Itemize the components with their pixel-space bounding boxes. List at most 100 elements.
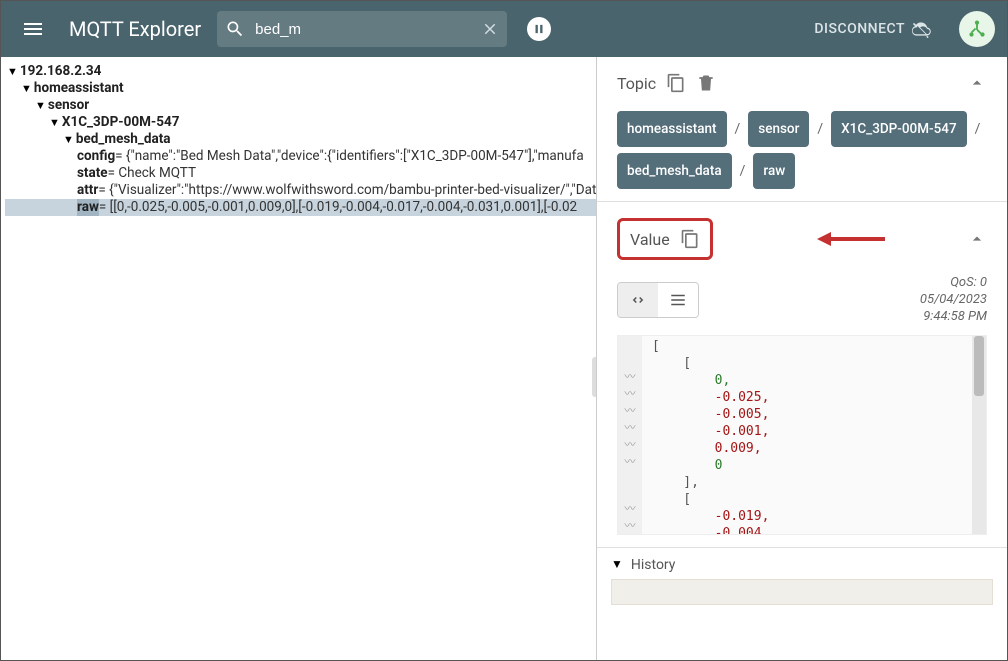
code-line: [ — [652, 338, 962, 355]
search-input[interactable] — [253, 20, 473, 39]
tree-leaf[interactable]: attr = {"Visualizer":"https://www.wolfwi… — [5, 182, 596, 199]
tree-value: = {"Visualizer":"https://www.wolfwithswo… — [98, 182, 597, 199]
value-section: Value QoS: 0 05/04/2023 9:44:58 PM — [597, 202, 1007, 548]
code-line: -0.019, — [652, 508, 962, 525]
code-lines[interactable]: [ [ 0, -0.025, -0.005, -0.001, 0.009, 0 … — [642, 336, 972, 534]
app-header: MQTT Explorer DISCONNECT — [1, 1, 1007, 57]
app-title: MQTT Explorer — [69, 17, 201, 41]
value-date: 05/04/2023 — [920, 291, 987, 308]
caret-down-icon: ▼ — [21, 80, 32, 97]
mode-json-button[interactable] — [618, 283, 658, 317]
tree-label: homeassistant — [34, 80, 124, 97]
tree-leaf[interactable]: config = {"name":"Bed Mesh Data","device… — [5, 148, 596, 165]
breadcrumb-separator: / — [733, 115, 743, 143]
tree-node[interactable]: ▼X1C_3DP-00M-547 — [5, 114, 596, 131]
disconnect-label: DISCONNECT — [814, 21, 905, 37]
tree-key: attr — [77, 182, 98, 199]
gutter-mark: 〰 — [625, 419, 636, 436]
search-icon — [225, 19, 245, 39]
connection-avatar[interactable] — [959, 11, 995, 47]
tree-logo-icon — [966, 18, 988, 40]
clear-search-icon[interactable] — [481, 20, 499, 38]
menu-button[interactable] — [13, 9, 53, 49]
value-payload: 〰〰〰〰〰〰〰〰 [ [ 0, -0.025, -0.005, -0.001, … — [617, 335, 987, 535]
pause-button[interactable] — [527, 17, 551, 41]
topic-breadcrumb: homeassistant/sensor/X1C_3DP-00M-547/bed… — [617, 111, 987, 189]
code-line: 0 — [652, 457, 962, 474]
tree-label: sensor — [48, 97, 89, 114]
tree-key: config — [77, 148, 115, 165]
breadcrumb-separator: / — [973, 115, 983, 143]
main-split: ▼192.168.2.34 ▼homeassistant ▼sensor ▼X1… — [1, 57, 1007, 660]
tree-leaf[interactable]: state = Check MQTT — [5, 165, 596, 182]
tree-key: raw — [77, 199, 99, 216]
copy-icon[interactable] — [666, 73, 686, 93]
code-icon — [629, 291, 647, 309]
tree-key: state — [77, 165, 108, 182]
code-line: 0, — [652, 372, 962, 389]
tree-node[interactable]: ▼bed_mesh_data — [5, 131, 596, 148]
scrollbar[interactable] — [972, 336, 986, 534]
breadcrumb-chip[interactable]: homeassistant — [617, 111, 727, 147]
tree-value: = {"name":"Bed Mesh Data","device":{"ide… — [115, 148, 584, 165]
tree-value: = Check MQTT — [108, 165, 196, 182]
caret-down-icon: ▼ — [63, 131, 74, 148]
tree-leaf-selected[interactable]: raw = [[0,-0.025,-0.005,-0.001,0.009,0],… — [5, 199, 596, 216]
value-time: 9:44:58 PM — [920, 308, 987, 325]
code-line: [ — [652, 355, 962, 372]
tree-value: = [[0,-0.025,-0.005,-0.001,0.009,0],[-0.… — [99, 199, 577, 216]
copy-icon[interactable] — [680, 229, 700, 249]
breadcrumb-chip[interactable]: bed_mesh_data — [617, 153, 732, 189]
tree-node[interactable]: ▼sensor — [5, 97, 596, 114]
pause-icon — [532, 22, 546, 36]
breadcrumb-separator: / — [815, 115, 825, 143]
gutter-mark: 〰 — [625, 368, 636, 385]
breadcrumb-chip[interactable]: raw — [753, 153, 795, 189]
caret-down-icon: ▼ — [7, 63, 18, 80]
tree-label: 192.168.2.34 — [20, 63, 101, 80]
tree-label: X1C_3DP-00M-547 — [62, 114, 180, 131]
topic-tree[interactable]: ▼192.168.2.34 ▼homeassistant ▼sensor ▼X1… — [5, 63, 596, 216]
value-mode-toggle — [617, 282, 699, 318]
value-header-highlight: Value — [617, 218, 713, 260]
gutter-mark: 〰 — [625, 517, 636, 534]
chevron-up-icon[interactable] — [967, 73, 987, 93]
code-line: ], — [652, 474, 962, 491]
tree-node[interactable]: ▼homeassistant — [5, 80, 596, 97]
qos-label: QoS: 0 — [920, 274, 987, 291]
code-line: -0.001, — [652, 423, 962, 440]
history-title: History — [631, 557, 676, 573]
history-item[interactable] — [611, 579, 993, 605]
chevron-up-icon[interactable] — [967, 229, 987, 249]
value-toolbar: QoS: 0 05/04/2023 9:44:58 PM — [617, 274, 987, 325]
detail-pane: Topic homeassistant/sensor/X1C_3DP-00M-5… — [597, 57, 1007, 660]
tree-label: bed_mesh_data — [76, 131, 171, 148]
breadcrumb-chip[interactable]: X1C_3DP-00M-547 — [831, 111, 967, 147]
caret-down-icon: ▼ — [611, 556, 623, 573]
gutter-mark: 〰 — [625, 453, 636, 470]
diff-gutter: 〰〰〰〰〰〰〰〰 — [618, 336, 642, 534]
history-header[interactable]: ▼ History — [611, 556, 993, 573]
value-meta: QoS: 0 05/04/2023 9:44:58 PM — [920, 274, 987, 325]
caret-down-icon: ▼ — [35, 97, 46, 114]
cloud-off-icon — [911, 19, 931, 39]
value-title: Value — [630, 230, 670, 249]
tree-node-root[interactable]: ▼192.168.2.34 — [5, 63, 596, 80]
list-icon — [669, 291, 687, 309]
topic-title: Topic — [617, 74, 656, 93]
gutter-mark: 〰 — [625, 500, 636, 517]
caret-down-icon: ▼ — [49, 114, 60, 131]
topic-header[interactable]: Topic — [617, 73, 987, 93]
gutter-mark: 〰 — [625, 436, 636, 453]
menu-icon — [21, 17, 45, 41]
search-field[interactable] — [217, 11, 507, 47]
annotation-arrow-icon — [817, 226, 887, 252]
gutter-mark: 〰 — [625, 385, 636, 402]
breadcrumb-chip[interactable]: sensor — [748, 111, 809, 147]
delete-icon[interactable] — [696, 73, 716, 93]
code-line: 0.009, — [652, 440, 962, 457]
disconnect-button[interactable]: DISCONNECT — [814, 19, 931, 39]
code-line: -0.005, — [652, 406, 962, 423]
breadcrumb-separator: / — [738, 157, 748, 185]
mode-raw-button[interactable] — [658, 283, 698, 317]
